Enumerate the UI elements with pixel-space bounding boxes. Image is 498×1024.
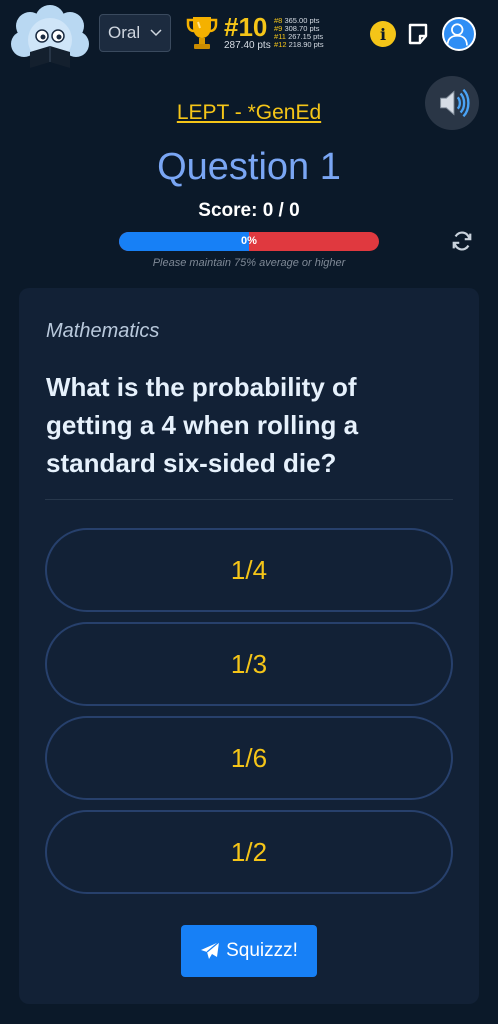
answer-option[interactable]: 1/6 xyxy=(45,716,453,800)
chevron-down-icon xyxy=(150,29,162,37)
answer-option[interactable]: 1/3 xyxy=(45,622,453,706)
leaderboard-points: 218.90 pts xyxy=(288,40,324,49)
submit-button[interactable]: Squizzz! xyxy=(181,925,317,977)
top-bar: Oral #10 287.40 pts #8 365.00 pts #9 308… xyxy=(0,0,498,76)
note-icon[interactable] xyxy=(406,22,430,46)
info-button[interactable]: i xyxy=(370,21,396,47)
subject-link[interactable]: LEPT - *GenEd xyxy=(0,101,498,125)
leaderboard-rank: #12 xyxy=(274,40,287,49)
user-avatar-icon xyxy=(446,23,468,46)
question-text: What is the probability of getting a 4 w… xyxy=(46,372,359,478)
question-title: Question 1 xyxy=(157,146,341,188)
mode-select-value: Oral xyxy=(108,23,141,42)
paper-plane-icon xyxy=(201,941,220,959)
rank-summary: #10 287.40 pts xyxy=(224,13,271,51)
rank-number: #10 xyxy=(224,12,268,42)
user-avatar-button[interactable] xyxy=(442,17,476,51)
divider xyxy=(45,499,453,500)
average-hint: Please maintain 75% average or higher xyxy=(152,257,346,269)
leaderboard-row: #12 218.90 pts xyxy=(274,41,324,49)
answer-option[interactable]: 1/4 xyxy=(45,528,453,612)
question-card: Mathematics What is the probability of g… xyxy=(19,288,479,1004)
progress-label: 0% xyxy=(241,235,257,247)
mascot-logo xyxy=(11,5,89,68)
mode-select[interactable]: Oral xyxy=(99,14,171,52)
trophy-icon xyxy=(186,17,218,49)
leaderboard-list: #8 365.00 pts #9 308.70 pts #11 267.15 p… xyxy=(274,17,324,49)
progress-bar: 0% xyxy=(119,232,379,251)
rank-points: 287.40 pts xyxy=(224,40,271,51)
answer-option[interactable]: 1/2 xyxy=(45,810,453,894)
submit-label: Squizzz! xyxy=(226,940,298,961)
score-label: Score: 0 / 0 xyxy=(198,200,300,221)
refresh-icon[interactable] xyxy=(451,230,473,252)
info-icon: i xyxy=(379,24,387,44)
question-category: Mathematics xyxy=(46,320,160,342)
